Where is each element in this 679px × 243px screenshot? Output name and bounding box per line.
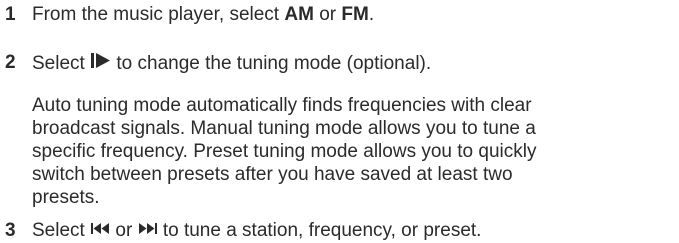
step-text-before: From the music player, select bbox=[32, 4, 285, 25]
note-line: broadcast signals. Manual tuning mode al… bbox=[32, 118, 536, 139]
step-text: From the music player, select AM or FM. bbox=[32, 4, 374, 26]
step-connector: or bbox=[313, 4, 342, 25]
step-text-before: Select bbox=[32, 53, 91, 74]
step-number: 2 bbox=[5, 52, 16, 73]
step-text-after: to tune a station, frequency, or preset. bbox=[157, 220, 482, 241]
step-text: Select to change the tuning mode (option… bbox=[32, 52, 431, 75]
step-text-after: . bbox=[368, 4, 375, 25]
step-number: 1 bbox=[5, 4, 16, 25]
instructions-page: 1 From the music player, select AM or FM… bbox=[0, 0, 679, 243]
note-line: specific frequency. Preset tuning mode a… bbox=[32, 141, 537, 162]
step-text-before: Select bbox=[32, 220, 91, 241]
tuning-mode-note: Auto tuning mode automatically finds fre… bbox=[32, 94, 677, 209]
play-mode-icon bbox=[90, 52, 111, 69]
note-line: Auto tuning mode automatically finds fre… bbox=[32, 95, 532, 116]
step-connector: or bbox=[110, 220, 138, 241]
fm-option: FM bbox=[341, 4, 369, 25]
step-text: Select or to tune a station, frequency, … bbox=[32, 220, 481, 242]
am-option: AM bbox=[284, 4, 314, 25]
note-line: switch between presets after you have sa… bbox=[32, 164, 513, 185]
step-number: 3 bbox=[5, 220, 16, 241]
step-text-after: to change the tuning mode (optional). bbox=[111, 53, 432, 74]
next-track-icon bbox=[138, 221, 158, 236]
previous-track-icon bbox=[90, 221, 110, 236]
note-line: presets. bbox=[32, 187, 100, 208]
